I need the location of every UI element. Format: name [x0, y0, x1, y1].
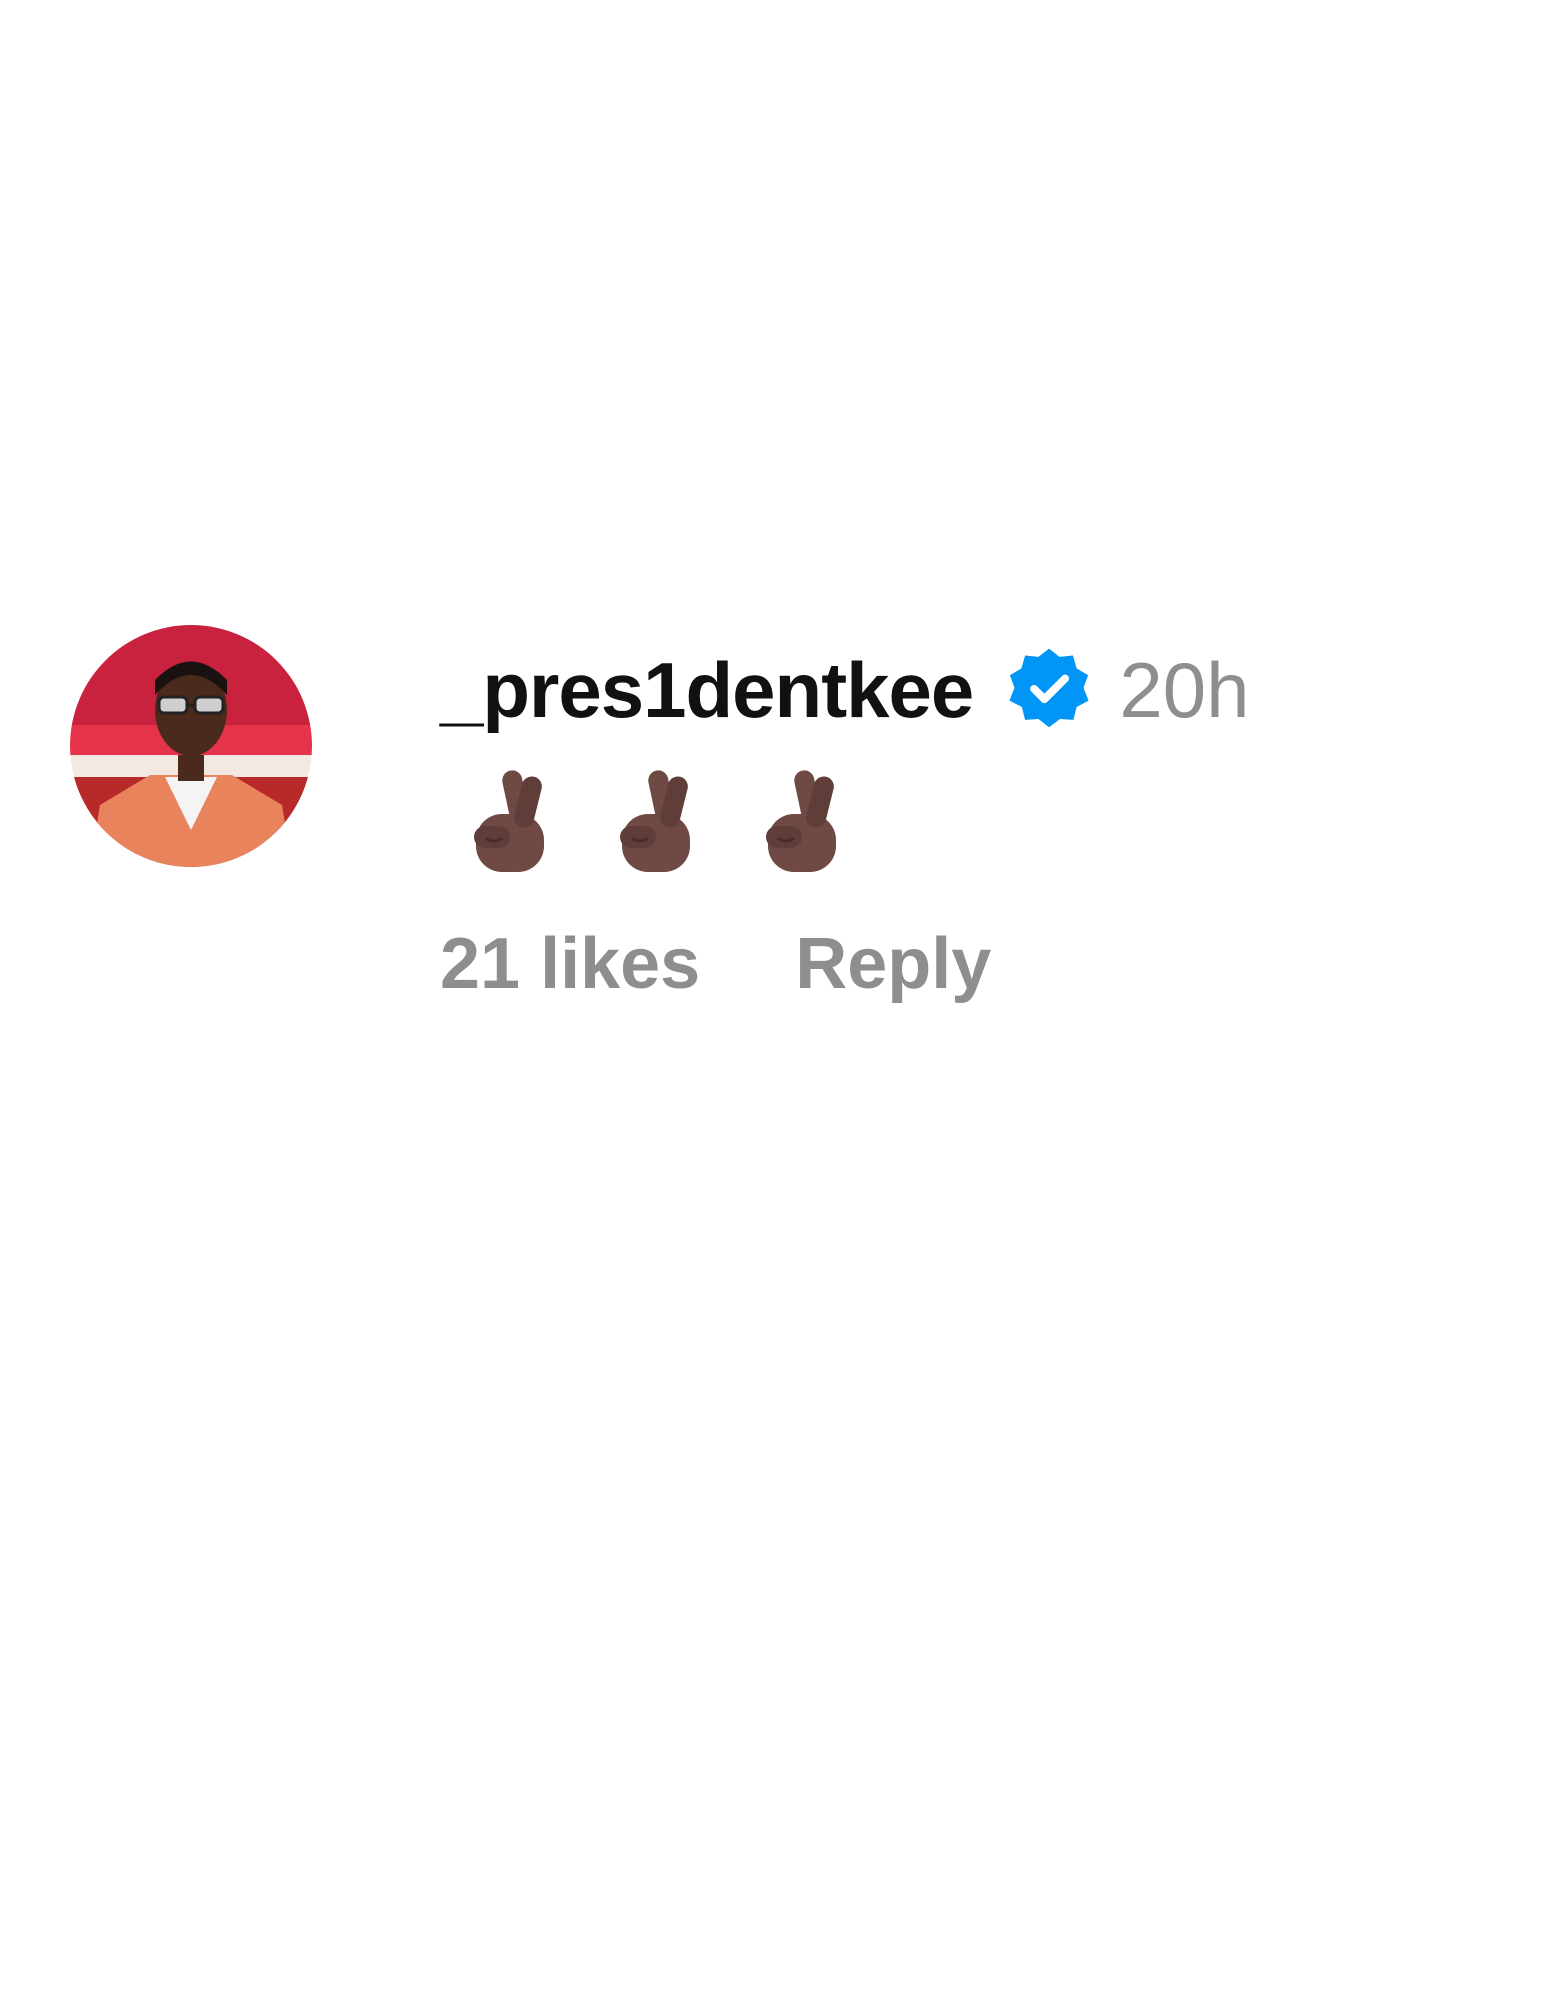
- comment-text: [464, 755, 1249, 885]
- crossed-fingers-emoji-icon: [610, 762, 702, 878]
- reply-button[interactable]: Reply: [795, 923, 991, 1005]
- avatar[interactable]: [70, 625, 312, 867]
- verified-badge-icon: [1003, 644, 1095, 736]
- avatar-image: [70, 625, 312, 867]
- likes-count-link[interactable]: 21 likes: [440, 923, 700, 1005]
- comment-timestamp[interactable]: 20h: [1119, 645, 1249, 736]
- comment-actions: 21 likes Reply: [440, 923, 1249, 1005]
- comment-body: _pres1dentkee 20h 21 likes Reply: [440, 625, 1249, 1005]
- crossed-fingers-emoji-icon: [464, 762, 556, 878]
- comment-header: _pres1dentkee 20h: [440, 625, 1249, 755]
- username-link[interactable]: _pres1dentkee: [440, 645, 974, 736]
- crossed-fingers-emoji-icon: [756, 762, 848, 878]
- comment: _pres1dentkee 20h 21 likes Reply: [70, 625, 1470, 1005]
